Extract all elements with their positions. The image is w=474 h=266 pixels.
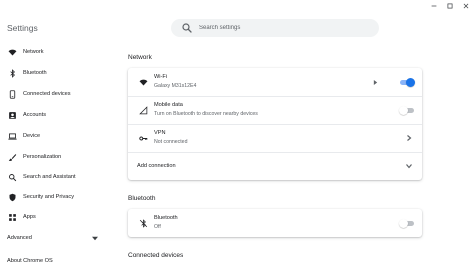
sidebar-item-label: Security and Privacy <box>23 194 74 200</box>
sidebar-item-label: Accounts <box>23 112 47 118</box>
sidebar-item-connected-devices[interactable]: Connected devices <box>0 85 110 103</box>
sidebar-item-label: Search and Assistant <box>23 174 76 180</box>
sidebar-item-device[interactable]: Device <box>0 127 110 145</box>
bluetooth-row[interactable]: Bluetooth Off <box>128 209 422 237</box>
network-section-title: Network <box>128 54 152 61</box>
sidebar-item-bluetooth[interactable]: Bluetooth <box>0 64 110 82</box>
sidebar-advanced-toggle[interactable]: Advanced <box>0 229 110 247</box>
sidebar-item-network[interactable]: Network <box>0 43 110 61</box>
sidebar-about-label: About Chrome OS <box>7 258 53 264</box>
brush-icon <box>7 152 17 162</box>
chevron-right-icon <box>407 135 412 141</box>
sidebar-advanced-label: Advanced <box>7 235 32 241</box>
wifi-network-name: Galaxy M31s12E4 <box>154 83 197 89</box>
key-icon <box>138 133 148 143</box>
close-icon <box>463 3 469 9</box>
sidebar-item-accounts[interactable]: Accounts <box>0 106 110 124</box>
toggle-knob <box>399 106 408 115</box>
search-icon <box>7 172 17 182</box>
sidebar-item-search-assistant[interactable]: Search and Assistant <box>0 168 110 186</box>
person-icon <box>7 110 17 120</box>
maximize-button[interactable] <box>442 0 458 12</box>
sidebar-item-label: Bluetooth <box>23 70 47 76</box>
toggle-knob <box>406 78 415 87</box>
vpn-row[interactable]: VPN Not connected <box>128 124 422 152</box>
wifi-icon <box>7 47 17 57</box>
window-controls <box>426 0 474 12</box>
toggle-knob <box>399 219 408 228</box>
bluetooth-disabled-icon <box>138 218 148 228</box>
sidebar-item-label: Apps <box>23 214 36 220</box>
sidebar-item-personalization[interactable]: Personalization <box>0 148 110 166</box>
minimize-icon <box>431 5 437 7</box>
vpn-status: Not connected <box>154 139 188 145</box>
search-input[interactable] <box>199 21 369 35</box>
maximize-icon <box>447 3 453 9</box>
bluetooth-status: Off <box>154 224 161 230</box>
wifi-row[interactable]: Wi-Fi Galaxy M31s12E4 <box>128 68 422 96</box>
vpn-title: VPN <box>154 130 166 136</box>
wifi-icon <box>138 77 148 87</box>
add-connection-label: Add connection <box>137 163 176 169</box>
search-box[interactable] <box>171 19 379 37</box>
sidebar-item-apps[interactable]: Apps <box>0 208 110 226</box>
shield-icon <box>7 192 17 202</box>
search-icon <box>182 23 192 33</box>
connected-devices-section-title: Connected devices <box>128 252 184 259</box>
sidebar-item-label: Device <box>23 133 41 139</box>
sidebar-item-label: Connected devices <box>23 91 71 97</box>
sidebar-item-label: Network <box>23 49 44 55</box>
sidebar-item-about[interactable]: About Chrome OS <box>0 254 110 266</box>
bluetooth-icon <box>7 68 17 78</box>
add-connection-row[interactable]: Add connection <box>128 152 422 180</box>
network-card: Wi-Fi Galaxy M31s12E4 Mobile data Turn o… <box>128 68 422 180</box>
bluetooth-toggle[interactable] <box>399 219 415 228</box>
caret-right-icon[interactable] <box>373 80 378 85</box>
signal-icon <box>138 105 148 115</box>
phone-icon <box>7 89 17 99</box>
divider <box>128 152 422 153</box>
chevron-down-icon <box>406 164 412 169</box>
sidebar: Network Bluetooth Connected devices Acco… <box>0 42 112 266</box>
app-title: Settings <box>7 23 38 33</box>
apps-grid-icon <box>7 212 17 222</box>
bluetooth-section-title: Bluetooth <box>128 195 156 202</box>
divider <box>128 96 422 97</box>
wifi-toggle[interactable] <box>399 78 415 87</box>
bluetooth-card: Bluetooth Off <box>128 209 422 237</box>
caret-down-icon <box>92 236 98 241</box>
close-button[interactable] <box>458 0 474 12</box>
sidebar-item-label: Personalization <box>23 154 62 160</box>
mobile-data-subtitle: Turn on Bluetooth to discover nearby dev… <box>154 111 258 117</box>
mobile-data-toggle[interactable] <box>399 106 415 115</box>
minimize-button[interactable] <box>426 0 442 12</box>
divider <box>128 124 422 125</box>
bluetooth-title: Bluetooth <box>154 215 178 221</box>
mobile-data-title: Mobile data <box>154 102 183 108</box>
wifi-title: Wi-Fi <box>154 74 168 80</box>
sidebar-item-security-privacy[interactable]: Security and Privacy <box>0 188 110 206</box>
laptop-icon <box>7 131 17 141</box>
mobile-data-row[interactable]: Mobile data Turn on Bluetooth to discove… <box>128 96 422 124</box>
